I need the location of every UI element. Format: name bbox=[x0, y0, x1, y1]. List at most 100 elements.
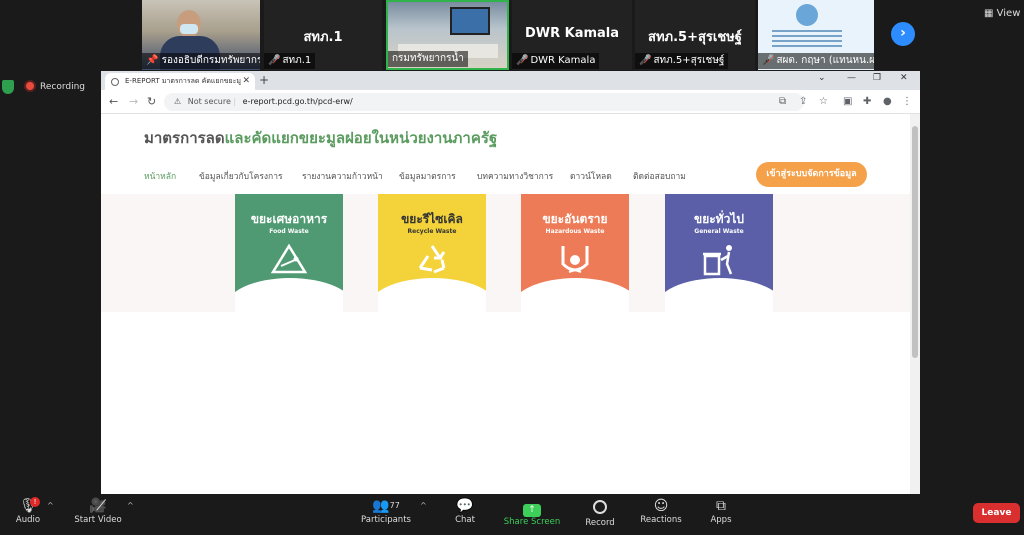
apps-icon: ⧉ bbox=[716, 498, 726, 514]
leave-button[interactable]: Leave bbox=[973, 503, 1020, 523]
audio-options-caret[interactable]: ^ bbox=[47, 501, 54, 510]
reactions-label: Reactions bbox=[640, 515, 682, 525]
close-icon[interactable]: ✕ bbox=[242, 73, 250, 90]
browser-tab[interactable]: E-REPORT มาตรการลด คัดแยกขยะมู ✕ bbox=[105, 73, 255, 90]
card-recycle-waste[interactable]: ขยะรีไซเคิล Recycle Waste bbox=[378, 194, 486, 312]
audio-label: Audio bbox=[15, 515, 41, 525]
nav-about[interactable]: ข้อมูลเกี่ยวกับโครงการ bbox=[199, 169, 283, 183]
audio-button[interactable]: 🎙 ! Audio bbox=[10, 497, 46, 525]
start-video-label: Start Video bbox=[74, 515, 122, 525]
apps-button[interactable]: ⧉ Apps bbox=[702, 497, 740, 525]
login-button[interactable]: เข้าสู่ระบบจัดการข้อมูล bbox=[756, 162, 867, 187]
address-bar: ← → ↻ ⚠ Not secure | e-report.pcd.go.th/… bbox=[101, 90, 920, 114]
warning-icon: ⚠ bbox=[174, 97, 182, 106]
smiley-icon: ☺ bbox=[653, 498, 669, 514]
mic-muted-icon: 🎤̸ bbox=[516, 55, 529, 66]
translate-icon[interactable]: ⧉ bbox=[779, 96, 786, 107]
meeting-toolbar: 🎙 ! Audio ^ 🎥̸ Start Video ^ 👥77 Partici… bbox=[0, 494, 1024, 535]
tab-title: E-REPORT มาตรการลด คัดแยกขยะมู bbox=[125, 77, 242, 85]
minimize-icon[interactable]: — bbox=[847, 73, 856, 83]
chat-icon: 💬 bbox=[456, 498, 474, 514]
close-window-icon[interactable]: ✕ bbox=[900, 73, 908, 83]
share-screen-icon: ↑ bbox=[523, 504, 541, 517]
start-video-button[interactable]: 🎥̸ Start Video bbox=[72, 497, 124, 525]
chat-button[interactable]: 💬 Chat bbox=[445, 497, 485, 525]
hazard-icon bbox=[561, 246, 589, 273]
globe-icon bbox=[111, 78, 119, 86]
browser-tabbar: E-REPORT มาตรการลด คัดแยกขยะมู ✕ + ⌄ — ❐… bbox=[101, 71, 920, 90]
security-shield-icon bbox=[2, 80, 14, 94]
participant-strip: 📌 รองอธิบดีกรมทรัพยากรน้ำ สทภ.1 🎤̸สทภ.1 … bbox=[0, 0, 1024, 70]
video-off-icon: 🎥̸ bbox=[89, 498, 107, 514]
nav-home[interactable]: หน้าหลัก bbox=[144, 169, 176, 183]
bookmark-star-icon[interactable]: ☆ bbox=[819, 96, 828, 107]
participant-name: สผต. กฤษา (แทนหน.ผต.) bbox=[776, 55, 874, 66]
participants-options-caret[interactable]: ^ bbox=[420, 501, 427, 510]
nav-articles[interactable]: บทความทางวิชาการ bbox=[477, 169, 553, 183]
participants-label: Participants bbox=[361, 515, 411, 525]
participant-tile[interactable]: สทภ.5+สุรเชษฐ์ 🎤̸ สทภ.5+สุรเชษฐ์ bbox=[635, 0, 755, 70]
new-tab-button[interactable]: + bbox=[259, 73, 269, 87]
url-field[interactable]: ⚠ Not secure | e-report.pcd.go.th/pcd-er… bbox=[164, 93, 804, 111]
nav-measures[interactable]: ข้อมูลมาตรการ bbox=[399, 169, 456, 183]
not-secure-label: Not secure bbox=[187, 97, 231, 106]
pin-icon: 📌 bbox=[146, 55, 159, 66]
org-logo bbox=[796, 4, 818, 26]
card-food-waste[interactable]: ขยะเศษอาหาร Food Waste bbox=[235, 194, 343, 312]
participant-tile-active-speaker[interactable]: กรมทรัพยากรน้ำ bbox=[386, 0, 509, 70]
forward-icon[interactable]: → bbox=[129, 95, 138, 108]
recording-dot-icon bbox=[26, 82, 34, 90]
card-general-waste[interactable]: ขยะทั่วไป General Waste bbox=[665, 194, 773, 312]
scrollbar-thumb[interactable] bbox=[912, 126, 918, 358]
audio-alert-badge: ! bbox=[30, 497, 40, 507]
nav-progress[interactable]: รายงานความก้าวหน้า bbox=[302, 169, 383, 183]
participant-label: DWR Kamala bbox=[524, 26, 620, 41]
nav-download[interactable]: ดาวน์โหลด bbox=[570, 169, 612, 183]
view-button[interactable]: ▦ View bbox=[984, 8, 1020, 19]
trash-bin-icon bbox=[703, 245, 733, 276]
microphone-icon: 🎙 bbox=[19, 498, 37, 514]
reload-icon[interactable]: ↻ bbox=[147, 95, 156, 108]
participants-icon: 👥 bbox=[372, 498, 390, 514]
page-scrollbar[interactable] bbox=[910, 114, 920, 494]
participant-tile[interactable]: DWR Kamala 🎤̸ DWR Kamala bbox=[512, 0, 632, 70]
video-options-caret[interactable]: ^ bbox=[127, 501, 134, 510]
share-icon[interactable]: ⇪ bbox=[799, 96, 807, 107]
food-waste-icon bbox=[270, 243, 308, 274]
nav-contact[interactable]: ติดต่อสอบถาม bbox=[633, 169, 686, 183]
next-page-button[interactable]: › bbox=[891, 22, 915, 46]
restore-icon[interactable]: ❐ bbox=[873, 73, 881, 83]
participant-tile[interactable]: สทภ.1 🎤̸ สทภ.1 bbox=[264, 0, 382, 70]
participant-name: รองอธิบดีกรมทรัพยากรน้ำ bbox=[161, 55, 260, 66]
reactions-button[interactable]: ☺ Reactions bbox=[636, 497, 686, 525]
mic-muted-icon: 🎤̸ bbox=[762, 55, 775, 66]
share-screen-button[interactable]: ↑ Share Screen bbox=[503, 497, 561, 527]
mic-muted-icon: 🎤̸ bbox=[268, 55, 281, 66]
share-screen-label: Share Screen bbox=[503, 517, 561, 527]
record-button[interactable]: Record bbox=[580, 497, 620, 528]
participant-tile[interactable]: 📌 รองอธิบดีกรมทรัพยากรน้ำ bbox=[142, 0, 260, 70]
participants-button[interactable]: 👥77 Participants bbox=[358, 497, 414, 525]
extension-icon[interactable]: ▣ bbox=[843, 96, 852, 107]
participant-tile[interactable]: 🎤̸สผต. กฤษา (แทนหน.ผต.) bbox=[758, 0, 874, 70]
participant-label: สทภ.5+สุรเชษฐ์ bbox=[648, 30, 742, 45]
shared-screen-browser: E-REPORT มาตรการลด คัดแยกขยะมู ✕ + ⌄ — ❐… bbox=[101, 71, 920, 494]
mic-muted-icon: 🎤̸ bbox=[639, 55, 652, 66]
participant-count: 77 bbox=[389, 501, 400, 510]
record-label: Record bbox=[585, 518, 615, 528]
card-hazardous-waste[interactable]: ขยะอันตราย Hazardous Waste bbox=[521, 194, 629, 312]
back-icon[interactable]: ← bbox=[109, 95, 118, 108]
apps-label: Apps bbox=[710, 515, 732, 525]
record-icon bbox=[593, 500, 607, 514]
menu-kebab-icon[interactable]: ⋮ bbox=[902, 96, 912, 107]
web-page: มาตรการลดและคัดแยกขยะมูลฝอยในหน่วยงานภาค… bbox=[101, 114, 910, 494]
puzzle-icon[interactable]: ✚ bbox=[863, 96, 871, 107]
participant-name: สทภ.5+สุรเชษฐ์ bbox=[653, 55, 725, 66]
grid-view-icon: ▦ bbox=[984, 8, 994, 19]
profile-icon[interactable]: ● bbox=[883, 96, 892, 107]
tab-search-icon[interactable]: ⌄ bbox=[818, 73, 826, 83]
recording-indicator[interactable]: Recording bbox=[26, 80, 85, 94]
site-title: มาตรการลดและคัดแยกขยะมูลฝอยในหน่วยงานภาค… bbox=[144, 129, 498, 147]
participant-name: กรมทรัพยากรน้ำ bbox=[392, 53, 464, 64]
participant-name: สทภ.1 bbox=[282, 55, 312, 66]
